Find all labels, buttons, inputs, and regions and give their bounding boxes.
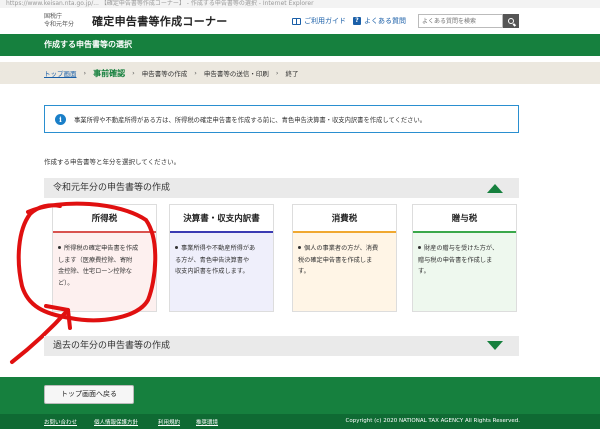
step-home-link[interactable]: トップ画面 [44,68,77,78]
current-year-section-header[interactable]: 令和元年分の申告書等の作成 [44,178,519,198]
usage-guide-label: ご利用ガイド [304,17,346,25]
footer-link-environment[interactable]: 推奨環境 [196,418,218,426]
faq-search-input[interactable] [418,14,503,28]
step-pre-check: 事前確認 [93,68,126,78]
bullet-icon [298,246,301,249]
agency-name: 国税庁 [44,13,63,20]
gift-tax-card-description: 財産の贈与を受けた方が、 贈与税の申告書を作成しま す。 [418,243,511,278]
card-text-line: 事業所得や不動産所得があ [181,245,256,252]
question-icon: ? [353,17,361,25]
back-to-top-button[interactable]: トップ画面へ戻る [44,385,134,404]
step-separator: › [275,69,279,77]
card-text-line: す。 [418,268,430,275]
bullet-icon [58,246,61,249]
step-separator: › [194,69,197,77]
card-text-line: 金控除、住宅ローン控除な [58,268,132,275]
agency-label: 国税庁 令和元年分 [44,13,74,29]
info-notice: i 事業所得や不動産所得がある方は、所得税の確定申告書を作成する前に、青色申告決… [44,105,519,133]
card-text-line: 財産の贈与を受けた方が、 [424,245,499,252]
copyright-text: Copyright (c) 2020 NATIONAL TAX AGENCY A… [345,418,520,424]
financial-statement-card-title: 決算書・収支内訳書 [170,205,273,233]
instruction-text: 作成する申告書等と年分を選択してください。 [44,158,181,166]
faq-label: よくある質問 [364,17,406,25]
card-text-line: します（医療費控除、寄附 [58,256,133,264]
consumption-tax-card-description: 個人の事業者の方が、消費 税の確定申告書を作成しま す。 [298,243,391,278]
income-tax-card-title: 所得税 [53,205,156,233]
tax-year: 令和元年分 [44,21,75,28]
consumption-tax-card[interactable]: 消費税 個人の事業者の方が、消費 税の確定申告書を作成しま す。 [292,204,397,312]
card-text-line: 贈与税の申告書を作成しま [418,256,493,264]
card-text-line: る方が、青色申告決算書や [175,256,250,264]
form-card-grid: 所得税 所得税の確定申告書を作成 します（医療費控除、寄附 金控除、住宅ローン控… [44,204,519,312]
page-footer: トップ画面へ戻る お問い合わせ 個人情報保護方針 利用規約 推奨環境 Copyr… [0,377,600,429]
search-icon [508,18,514,24]
past-year-section-header[interactable]: 過去の年分の申告書等の作成 [44,336,519,356]
bullet-icon [175,246,178,249]
expand-arrow-icon[interactable] [487,341,503,350]
gift-tax-card[interactable]: 贈与税 財産の贈与を受けた方が、 贈与税の申告書を作成しま す。 [412,204,517,312]
income-tax-card-description: 所得税の確定申告書を作成 します（医療費控除、寄附 金控除、住宅ローン控除な ど… [58,243,151,289]
card-text-line: 税の確定申告書を作成しま [298,256,373,264]
search-button[interactable] [503,14,519,28]
step-create: 申告書等の作成 [141,70,188,78]
card-text-line: 個人の事業者の方が、消費 [304,245,379,252]
notice-text: 事業所得や不動産所得がある方は、所得税の確定申告書を作成する前に、青色申告決算書… [74,116,427,124]
bullet-icon [418,246,421,249]
site-title[interactable]: 確定申告書等作成コーナー [92,13,228,29]
card-text-line: す。 [298,268,310,275]
footer-link-privacy[interactable]: 個人情報保護方針 [94,418,138,426]
consumption-tax-card-title: 消費税 [293,205,396,233]
financial-statement-card-description: 事業所得や不動産所得があ る方が、青色申告決算書や 収支内訳書を作成します。 [175,243,268,278]
step-separator: › [132,69,135,77]
financial-statement-card[interactable]: 決算書・収支内訳書 事業所得や不動産所得があ る方が、青色申告決算書や 収支内訳… [169,204,274,312]
step-finish: 終了 [285,70,299,78]
card-text-line: 所得税の確定申告書を作成 [64,245,139,252]
window-title: https://www.keisan.nta.go.jp/... 【確定申告書等… [0,0,600,8]
step-separator: › [83,69,87,77]
gift-tax-card-title: 贈与税 [413,205,516,233]
progress-steps: トップ画面 › 事前確認 › 申告書等の作成 › 申告書等の送信・印刷 › 終了 [0,62,600,84]
faq-link[interactable]: ? よくある質問 [353,16,406,26]
site-header: 国税庁 令和元年分 確定申告書等作成コーナー ご利用ガイド ? よくある質問 [0,8,600,34]
step-send-print: 申告書等の送信・印刷 [203,70,269,78]
footer-links-bar: お問い合わせ 個人情報保護方針 利用規約 推奨環境 Copyright (c) … [0,414,600,429]
card-text-line: ど）。 [58,279,74,287]
usage-guide-link[interactable]: ご利用ガイド [292,16,346,26]
page-title: 作成する申告書等の選択 [0,34,600,56]
current-year-section-title: 令和元年分の申告書等の作成 [53,183,171,193]
footer-link-terms[interactable]: 利用規約 [158,418,180,426]
past-year-section-title: 過去の年分の申告書等の作成 [53,341,171,351]
info-icon: i [55,113,66,125]
income-tax-card[interactable]: 所得税 所得税の確定申告書を作成 します（医療費控除、寄附 金控除、住宅ローン控… [52,204,157,312]
footer-link-contact[interactable]: お問い合わせ [44,418,77,426]
collapse-arrow-icon[interactable] [487,184,503,193]
card-text-line: 収支内訳書を作成します。 [175,268,249,275]
book-icon [292,17,301,25]
